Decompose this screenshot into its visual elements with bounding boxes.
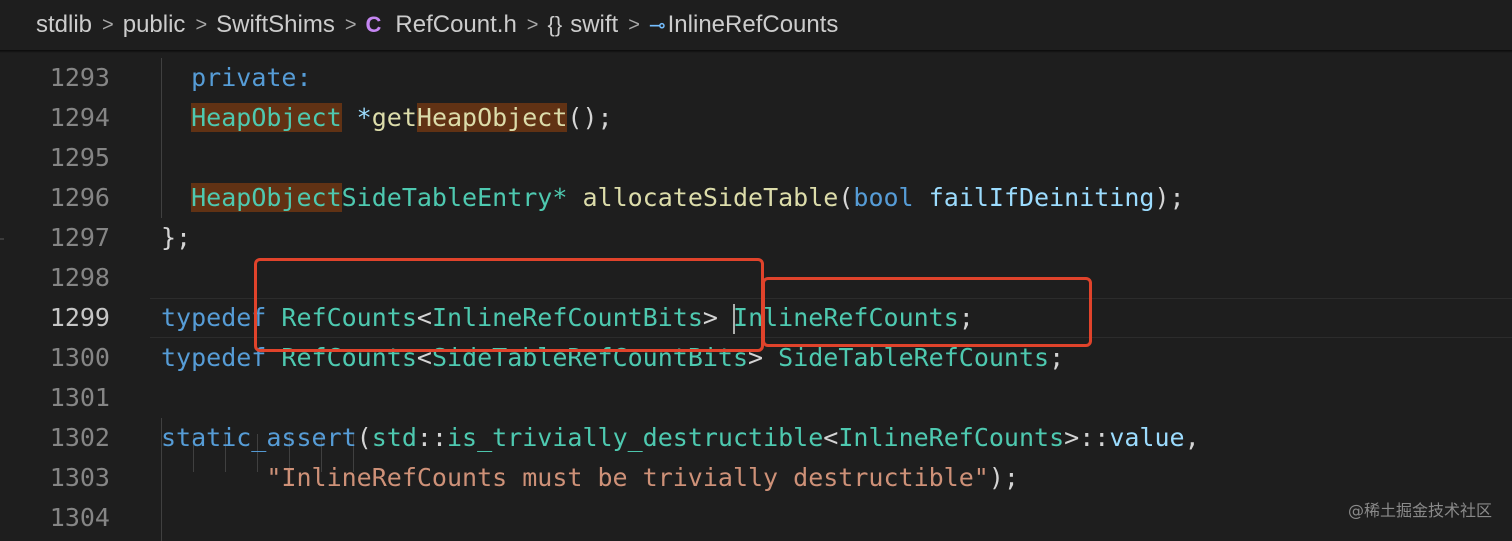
chevron-right-icon: > bbox=[344, 13, 357, 36]
token-punctuation: , bbox=[1184, 423, 1200, 452]
line-number: 1299 bbox=[49, 303, 110, 332]
token-keyword: typedef bbox=[161, 303, 267, 332]
token-keyword: bool bbox=[853, 183, 914, 212]
breadcrumb-item-stdlib[interactable]: stdlib bbox=[36, 11, 92, 39]
token-punctuation: ( bbox=[838, 183, 854, 212]
token-type-highlighted: HeapObject bbox=[191, 103, 342, 132]
token-punctuation: :: bbox=[1079, 423, 1110, 452]
line-number: 1294 bbox=[49, 103, 110, 132]
line-number: 1297 bbox=[49, 223, 110, 252]
field-icon: ⊸ bbox=[648, 15, 666, 37]
breadcrumb: stdlib > public > SwiftShims > C RefCount… bbox=[0, 0, 1512, 50]
code-line: 1303 "InlineRefCounts must be trivially … bbox=[0, 458, 1512, 498]
line-number: 1295 bbox=[49, 143, 110, 172]
token-type-highlighted: HeapObject bbox=[191, 183, 342, 212]
code-line: 1301 bbox=[0, 378, 1512, 418]
token-function-highlighted: HeapObject bbox=[416, 103, 568, 132]
line-content: "InlineRefCounts must be trivially destr… bbox=[161, 458, 1019, 498]
chevron-right-icon: > bbox=[526, 13, 539, 36]
line-content: static_assert(std::is_trivially_destruct… bbox=[161, 418, 1200, 458]
token-member: value bbox=[1109, 423, 1185, 452]
line-number: 1300 bbox=[49, 343, 110, 372]
breadcrumb-item-label: InlineRefCounts bbox=[667, 11, 839, 38]
code-line: 1297 }; bbox=[0, 218, 1512, 258]
line-content: HeapObjectSideTableEntry* allocateSideTa… bbox=[161, 178, 1185, 218]
token-keyword: private: bbox=[191, 63, 312, 92]
token-parameter: failIfDeiniting bbox=[928, 183, 1155, 212]
token-punctuation: ); bbox=[988, 463, 1019, 492]
line-number: 1298 bbox=[49, 263, 110, 292]
token-string: "InlineRefCounts must be trivially destr… bbox=[266, 463, 989, 492]
token-punctuation: ( bbox=[356, 423, 372, 452]
annotation-box-inlinerefcounts bbox=[762, 277, 1092, 347]
editor-window: stdlib > public > SwiftShims > C RefCount… bbox=[0, 0, 1512, 541]
token-punctuation: :: bbox=[416, 423, 447, 452]
line-content: private: bbox=[161, 58, 312, 98]
code-line: 1295 bbox=[0, 138, 1512, 178]
line-number: 1303 bbox=[49, 463, 110, 492]
token-function: allocateSideTable bbox=[582, 183, 839, 212]
breadcrumb-item-swift[interactable]: {} swift bbox=[547, 11, 618, 39]
line-content: HeapObject *getHeapObject(); bbox=[161, 98, 613, 138]
scroll-shadow bbox=[0, 50, 1512, 53]
watermark: @稀土掘金技术社区 bbox=[1347, 501, 1492, 520]
token-namespace: std bbox=[371, 423, 417, 452]
line-number: 1304 bbox=[49, 503, 110, 532]
breadcrumb-item-public[interactable]: public bbox=[123, 11, 186, 39]
c-file-icon: C bbox=[365, 12, 382, 37]
token-type: SideTableEntry bbox=[341, 183, 553, 212]
token-punctuation: > bbox=[1064, 423, 1080, 452]
chevron-right-icon: > bbox=[195, 13, 208, 36]
breadcrumb-item-swiftshims[interactable]: SwiftShims bbox=[216, 11, 335, 39]
token-operator: * bbox=[552, 183, 568, 212]
code-line: 1302 static_assert(std::is_trivially_des… bbox=[0, 418, 1512, 458]
token-punctuation: (); bbox=[567, 103, 613, 132]
token-keyword: static_assert bbox=[161, 423, 357, 452]
namespace-icon: {} bbox=[547, 12, 563, 37]
code-line: 1293 private: bbox=[0, 58, 1512, 98]
token-function: get bbox=[371, 103, 417, 132]
breadcrumb-item-refcount-h[interactable]: C RefCount.h bbox=[366, 11, 517, 39]
token-punctuation: ); bbox=[1154, 183, 1185, 212]
token-type: is_trivially_destructible bbox=[447, 423, 824, 452]
chevron-right-icon: > bbox=[102, 13, 114, 36]
token-type: SideTableRefCounts bbox=[778, 343, 1050, 372]
line-number: 1293 bbox=[49, 63, 110, 92]
annotation-box-refcounts bbox=[254, 258, 764, 352]
code-line: 1294 HeapObject *getHeapObject(); bbox=[0, 98, 1512, 138]
line-number: 1301 bbox=[49, 383, 110, 412]
breadcrumb-item-inlinerefcounts[interactable]: ⊸ InlineRefCounts bbox=[649, 11, 839, 39]
code-line: 1304 bbox=[0, 498, 1512, 538]
token-type: InlineRefCounts bbox=[838, 423, 1065, 452]
line-content: }; bbox=[161, 223, 192, 252]
token-keyword: typedef bbox=[161, 343, 267, 372]
code-line: 1296 HeapObjectSideTableEntry* allocateS… bbox=[0, 178, 1512, 218]
breadcrumb-item-label: swift bbox=[570, 11, 619, 38]
line-number: 1302 bbox=[49, 423, 110, 452]
line-number: 1296 bbox=[49, 183, 110, 212]
chevron-right-icon: > bbox=[628, 13, 640, 36]
token-punctuation: ; bbox=[1049, 343, 1065, 372]
breadcrumb-item-label: RefCount.h bbox=[395, 11, 517, 38]
token-punctuation: < bbox=[823, 423, 839, 452]
token-operator: * bbox=[341, 103, 372, 132]
